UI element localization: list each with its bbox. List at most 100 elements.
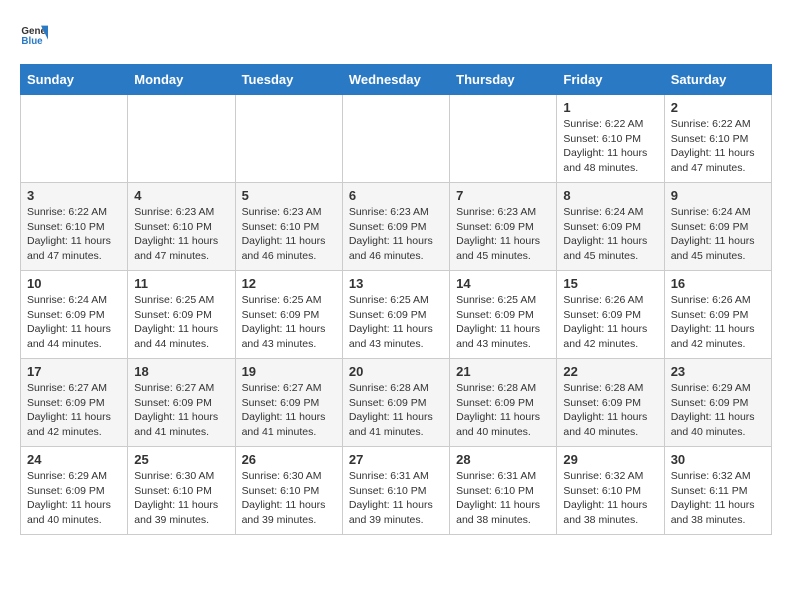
page-header: General Blue [20, 20, 772, 48]
calendar-cell: 12Sunrise: 6:25 AMSunset: 6:09 PMDayligh… [235, 271, 342, 359]
calendar-cell [235, 95, 342, 183]
calendar-week-row: 24 Sunrise: 6:29 AMSunset: 6:09 PMDayligh… [21, 447, 772, 535]
day-number: 30 [671, 452, 765, 467]
day-number: 16 [671, 276, 765, 291]
calendar-cell: 20 Sunrise: 6:28 AMSunset: 6:09 PMDayligh… [342, 359, 449, 447]
calendar-cell: 10Sunrise: 6:24 AMSunset: 6:09 PMDayligh… [21, 271, 128, 359]
weekday-header-wednesday: Wednesday [342, 65, 449, 95]
day-number: 7 [456, 188, 550, 203]
day-number: 24 [27, 452, 121, 467]
calendar-week-row: 10Sunrise: 6:24 AMSunset: 6:09 PMDayligh… [21, 271, 772, 359]
calendar-cell [128, 95, 235, 183]
calendar-cell: 2 Sunrise: 6:22 AMSunset: 6:10 PMDaylight… [664, 95, 771, 183]
calendar-table: SundayMondayTuesdayWednesdayThursdayFrid… [20, 64, 772, 535]
cell-content: Sunrise: 6:25 AMSunset: 6:09 PMDaylight:… [456, 293, 550, 352]
calendar-cell: 26 Sunrise: 6:30 AMSunset: 6:10 PMDayligh… [235, 447, 342, 535]
day-number: 21 [456, 364, 550, 379]
calendar-cell: 14 Sunrise: 6:25 AMSunset: 6:09 PMDayligh… [450, 271, 557, 359]
day-number: 5 [242, 188, 336, 203]
calendar-cell [342, 95, 449, 183]
day-number: 22 [563, 364, 657, 379]
calendar-cell: 21 Sunrise: 6:28 AMSunset: 6:09 PMDayligh… [450, 359, 557, 447]
cell-content: Sunrise: 6:29 AMSunset: 6:09 PMDaylight:… [671, 381, 765, 440]
weekday-header-row: SundayMondayTuesdayWednesdayThursdayFrid… [21, 65, 772, 95]
weekday-header-sunday: Sunday [21, 65, 128, 95]
cell-content: Sunrise: 6:31 AMSunset: 6:10 PMDaylight:… [456, 469, 550, 528]
calendar-cell: 1 Sunrise: 6:22 AMSunset: 6:10 PMDaylight… [557, 95, 664, 183]
calendar-cell: 8 Sunrise: 6:24 AMSunset: 6:09 PMDaylight… [557, 183, 664, 271]
cell-content: Sunrise: 6:25 AMSunset: 6:09 PMDaylight:… [349, 293, 443, 352]
cell-content: Sunrise: 6:30 AMSunset: 6:10 PMDaylight:… [242, 469, 336, 528]
logo-icon: General Blue [20, 20, 48, 48]
day-number: 20 [349, 364, 443, 379]
calendar-cell: 6Sunrise: 6:23 AMSunset: 6:09 PMDaylight… [342, 183, 449, 271]
calendar-cell [450, 95, 557, 183]
day-number: 17 [27, 364, 121, 379]
cell-content: Sunrise: 6:23 AMSunset: 6:10 PMDaylight:… [134, 205, 228, 264]
calendar-cell: 9 Sunrise: 6:24 AMSunset: 6:09 PMDaylight… [664, 183, 771, 271]
day-number: 1 [563, 100, 657, 115]
calendar-cell [21, 95, 128, 183]
calendar-cell: 27 Sunrise: 6:31 AMSunset: 6:10 PMDayligh… [342, 447, 449, 535]
cell-content: Sunrise: 6:32 AMSunset: 6:11 PMDaylight:… [671, 469, 765, 528]
cell-content: Sunrise: 6:22 AMSunset: 6:10 PMDaylight:… [671, 117, 765, 176]
cell-content: Sunrise: 6:28 AMSunset: 6:09 PMDaylight:… [349, 381, 443, 440]
day-number: 13 [349, 276, 443, 291]
cell-content: Sunrise: 6:28 AMSunset: 6:09 PMDaylight:… [456, 381, 550, 440]
cell-content: Sunrise: 6:29 AMSunset: 6:09 PMDaylight:… [27, 469, 121, 528]
day-number: 3 [27, 188, 121, 203]
day-number: 23 [671, 364, 765, 379]
cell-content: Sunrise: 6:27 AMSunset: 6:09 PMDaylight:… [134, 381, 228, 440]
calendar-cell: 29Sunrise: 6:32 AMSunset: 6:10 PMDayligh… [557, 447, 664, 535]
calendar-cell: 28 Sunrise: 6:31 AMSunset: 6:10 PMDayligh… [450, 447, 557, 535]
day-number: 18 [134, 364, 228, 379]
day-number: 15 [563, 276, 657, 291]
day-number: 2 [671, 100, 765, 115]
cell-content: Sunrise: 6:23 AMSunset: 6:09 PMDaylight:… [456, 205, 550, 264]
cell-content: Sunrise: 6:22 AMSunset: 6:10 PMDaylight:… [27, 205, 121, 264]
cell-content: Sunrise: 6:31 AMSunset: 6:10 PMDaylight:… [349, 469, 443, 528]
calendar-cell: 22 Sunrise: 6:28 AMSunset: 6:09 PMDayligh… [557, 359, 664, 447]
calendar-week-row: 3 Sunrise: 6:22 AMSunset: 6:10 PMDaylight… [21, 183, 772, 271]
calendar-cell: 3 Sunrise: 6:22 AMSunset: 6:10 PMDaylight… [21, 183, 128, 271]
calendar-cell: 11Sunrise: 6:25 AMSunset: 6:09 PMDayligh… [128, 271, 235, 359]
day-number: 26 [242, 452, 336, 467]
day-number: 12 [242, 276, 336, 291]
cell-content: Sunrise: 6:24 AMSunset: 6:09 PMDaylight:… [563, 205, 657, 264]
day-number: 28 [456, 452, 550, 467]
cell-content: Sunrise: 6:22 AMSunset: 6:10 PMDaylight:… [563, 117, 657, 176]
cell-content: Sunrise: 6:30 AMSunset: 6:10 PMDaylight:… [134, 469, 228, 528]
weekday-header-monday: Monday [128, 65, 235, 95]
calendar-week-row: 17 Sunrise: 6:27 AMSunset: 6:09 PMDayligh… [21, 359, 772, 447]
weekday-header-thursday: Thursday [450, 65, 557, 95]
cell-content: Sunrise: 6:26 AMSunset: 6:09 PMDaylight:… [563, 293, 657, 352]
day-number: 8 [563, 188, 657, 203]
day-number: 14 [456, 276, 550, 291]
weekday-header-tuesday: Tuesday [235, 65, 342, 95]
cell-content: Sunrise: 6:28 AMSunset: 6:09 PMDaylight:… [563, 381, 657, 440]
day-number: 9 [671, 188, 765, 203]
calendar-cell: 7 Sunrise: 6:23 AMSunset: 6:09 PMDaylight… [450, 183, 557, 271]
calendar-week-row: 1 Sunrise: 6:22 AMSunset: 6:10 PMDaylight… [21, 95, 772, 183]
calendar-cell: 24 Sunrise: 6:29 AMSunset: 6:09 PMDayligh… [21, 447, 128, 535]
calendar-cell: 5Sunrise: 6:23 AMSunset: 6:10 PMDaylight… [235, 183, 342, 271]
cell-content: Sunrise: 6:24 AMSunset: 6:09 PMDaylight:… [27, 293, 121, 352]
calendar-cell: 17 Sunrise: 6:27 AMSunset: 6:09 PMDayligh… [21, 359, 128, 447]
cell-content: Sunrise: 6:27 AMSunset: 6:09 PMDaylight:… [242, 381, 336, 440]
day-number: 4 [134, 188, 228, 203]
cell-content: Sunrise: 6:24 AMSunset: 6:09 PMDaylight:… [671, 205, 765, 264]
day-number: 6 [349, 188, 443, 203]
weekday-header-saturday: Saturday [664, 65, 771, 95]
cell-content: Sunrise: 6:27 AMSunset: 6:09 PMDaylight:… [27, 381, 121, 440]
calendar-cell: 30 Sunrise: 6:32 AMSunset: 6:11 PMDayligh… [664, 447, 771, 535]
calendar-cell: 16Sunrise: 6:26 AMSunset: 6:09 PMDayligh… [664, 271, 771, 359]
calendar-cell: 25 Sunrise: 6:30 AMSunset: 6:10 PMDayligh… [128, 447, 235, 535]
logo: General Blue [20, 20, 56, 48]
calendar-cell: 18 Sunrise: 6:27 AMSunset: 6:09 PMDayligh… [128, 359, 235, 447]
cell-content: Sunrise: 6:25 AMSunset: 6:09 PMDaylight:… [134, 293, 228, 352]
day-number: 19 [242, 364, 336, 379]
day-number: 27 [349, 452, 443, 467]
day-number: 25 [134, 452, 228, 467]
calendar-cell: 13 Sunrise: 6:25 AMSunset: 6:09 PMDayligh… [342, 271, 449, 359]
cell-content: Sunrise: 6:32 AMSunset: 6:10 PMDaylight:… [563, 469, 657, 528]
